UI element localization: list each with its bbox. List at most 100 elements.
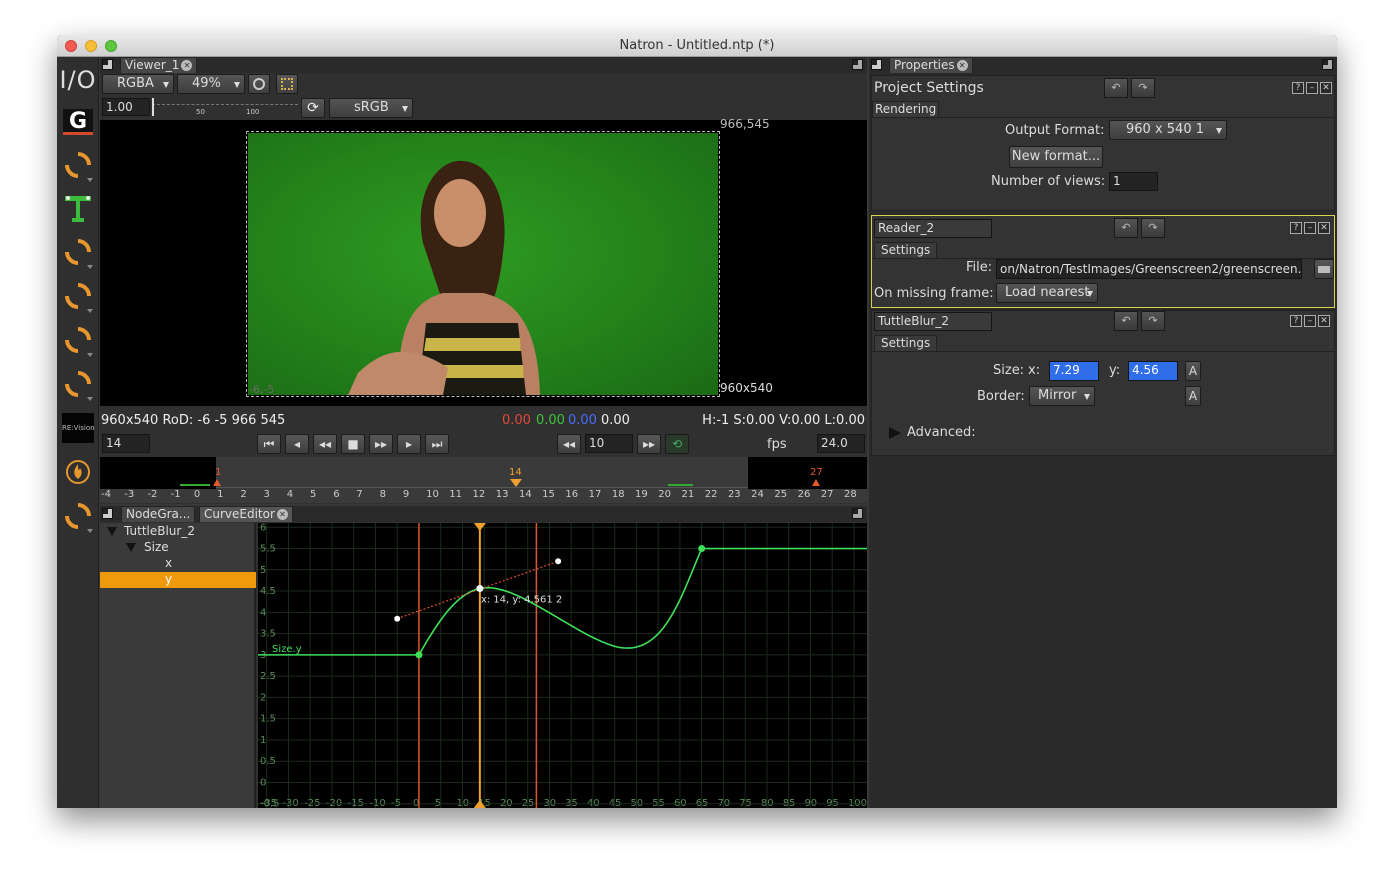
project-settings-title: Project Settings [874,80,984,96]
tool-ring-icon[interactable] [59,497,97,535]
border-select[interactable]: Mirror [1029,386,1095,406]
gain-field[interactable]: 1.00 [102,98,150,116]
float-pane-icon[interactable] [852,59,863,70]
minimize-button[interactable]: – [1304,315,1316,327]
x-tick-label: 75 [739,798,752,808]
help-button[interactable]: ? [1290,315,1302,327]
timeline-tick-label: 8 [379,489,386,500]
colorspace-select[interactable]: sRGB [329,98,413,118]
border-animation-button[interactable]: A [1185,386,1201,406]
close-panel-button[interactable]: ✕ [1318,315,1330,327]
gain-slider[interactable]: 50 100 [152,98,298,116]
expand-triangle-icon[interactable] [889,427,901,439]
minimize-button[interactable]: – [1306,82,1318,94]
play-forward-button[interactable]: ▸▸ [369,434,393,454]
size-x-field[interactable]: 7.29 [1049,361,1099,381]
previous-frame-button[interactable]: ◂ [285,434,309,454]
io-icon-label: I/O [59,66,97,94]
undo-button[interactable]: ↶ [1104,78,1128,98]
tree-curve-x[interactable]: x [165,556,172,570]
fps-field[interactable]: 24.0 [817,434,865,453]
out-point-marker[interactable] [812,479,820,486]
tab-properties[interactable]: Properties ✕ [889,57,973,73]
channels-select[interactable]: RGBA [102,74,174,94]
undo-button[interactable]: ↶ [1114,218,1138,238]
output-format-select[interactable]: 960 x 540 1 [1109,120,1227,140]
pane-menu-icon[interactable] [102,508,113,519]
tree-node-item[interactable]: TuttleBlur_2 [124,524,195,538]
tab-rendering[interactable]: Rendering [872,101,940,117]
timeline[interactable]: 1 14 27 -4 -3 -2 -1 0 1 2 3 4 5 6 7 8 9 10 11 12 13 14 15 16… [100,457,867,503]
tab-reader-settings[interactable]: Settings [874,242,938,258]
float-pane-icon[interactable] [1322,59,1333,70]
roi-icon [281,78,293,90]
close-icon[interactable]: ✕ [276,509,288,520]
play-backward-button[interactable]: ◂◂ [313,434,337,454]
loop-mode-button[interactable]: ⟲ [665,434,689,454]
undo-button[interactable]: ↶ [1114,311,1138,331]
tree-param-item[interactable]: Size [144,540,169,554]
last-frame-button[interactable]: ⏭ [425,434,449,454]
redo-button[interactable]: ↷ [1141,218,1165,238]
tool-ring-icon[interactable] [59,233,97,271]
close-panel-button[interactable]: ✕ [1320,82,1332,94]
size-animation-button[interactable]: A [1185,361,1201,381]
tab-blur-settings[interactable]: Settings [874,335,938,351]
tool-ring-icon[interactable] [59,321,97,359]
help-button[interactable]: ? [1290,222,1302,234]
roi-button[interactable] [276,74,298,94]
stop-button[interactable]: ■ [341,434,365,454]
tab-viewer[interactable]: Viewer_1 ✕ [120,57,198,73]
close-icon[interactable]: ✕ [181,60,193,71]
gain-slider-handle[interactable] [152,98,154,116]
x-tick-label: 30 [543,798,556,808]
previous-increment-button[interactable]: ◂◂ [557,434,581,454]
zoom-select[interactable]: 49% [177,74,245,94]
close-panel-button[interactable]: ✕ [1318,222,1330,234]
float-pane-icon[interactable] [852,508,863,519]
minimize-button[interactable]: – [1304,222,1316,234]
tab-curve-editor[interactable]: CurveEditor ✕ [199,506,293,522]
next-increment-button[interactable]: ▸▸ [637,434,661,454]
expand-triangle-icon[interactable] [126,543,136,552]
tool-ring-icon[interactable] [59,146,97,184]
reader-node-name-field[interactable]: Reader_2 [874,219,992,238]
expand-triangle-icon[interactable] [107,527,117,536]
advanced-group-label[interactable]: Advanced: [907,425,976,440]
next-frame-button[interactable]: ▸ [397,434,421,454]
new-format-button[interactable]: New format... [1009,146,1103,168]
pane-menu-icon[interactable] [871,59,882,70]
viewer-info-rod: 960x540 RoD: -6 -5 966 545 [101,413,286,428]
redo-button[interactable]: ↷ [1131,78,1155,98]
missing-frame-select[interactable]: Load nearest [996,283,1098,303]
browse-file-button[interactable] [1314,259,1334,279]
curve-graph[interactable]: -35 -30 -25 -20 -15 -10 -5 0 5 10 15 20 25 30 35 40 45 50… [258,522,867,808]
group-icon[interactable]: G [61,105,95,139]
auto-contrast-button[interactable]: ⟳ [301,98,325,118]
playhead-marker[interactable] [510,479,522,487]
x-tick-label: 5 [435,798,441,808]
curve-canvas[interactable]: -35 -30 -25 -20 -15 -10 -5 0 5 10 15 20 25 30 35 40 45 50… [258,522,867,808]
num-views-field[interactable]: 1 [1109,172,1158,191]
close-icon[interactable]: ✕ [956,60,968,71]
tool-ring-icon[interactable] [59,365,97,403]
io-icon[interactable]: I/O [59,63,97,97]
tool-ring-icon[interactable] [59,277,97,315]
size-y-field[interactable]: 4.56 [1128,361,1178,381]
pane-menu-icon[interactable] [102,59,113,70]
tree-curve-y-selected[interactable]: y [100,572,256,588]
help-button[interactable]: ? [1292,82,1304,94]
blur-node-name-field[interactable]: TuttleBlur_2 [874,312,992,331]
revision-icon[interactable]: RE:Vision [61,411,95,445]
viewer-viewport[interactable]: 966,545 -6,-5 960x540 [100,117,867,406]
fire-icon[interactable] [61,455,95,489]
in-point-marker[interactable] [213,479,221,486]
tab-nodegraph[interactable]: NodeGra... [121,506,196,522]
clip-to-project-button[interactable] [248,74,270,94]
transform-icon[interactable] [61,191,95,225]
file-path-field[interactable]: on/Natron/TestImages/Greenscreen2/greens… [996,259,1302,279]
increment-field[interactable]: 10 [585,434,633,453]
redo-button[interactable]: ↷ [1141,311,1165,331]
first-frame-button[interactable]: ⏮ [257,434,281,454]
current-frame-field[interactable]: 14 [102,434,150,453]
